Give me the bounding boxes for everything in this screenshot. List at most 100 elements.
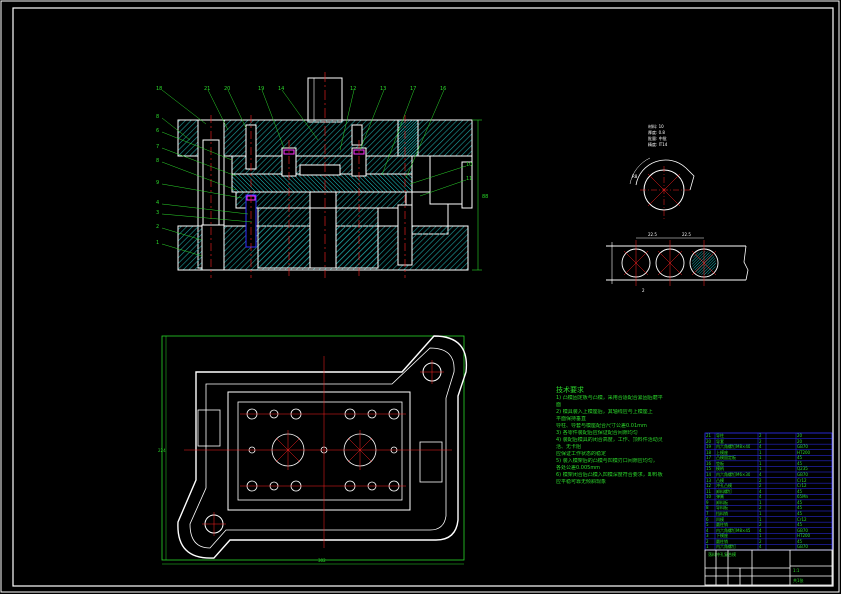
part-view: 材料: 10 厚度: 0.8 批量: 中批 精度: IT14 R8: [629, 123, 695, 220]
bom-row: 1 内六角螺钉 4 GB70: [705, 544, 832, 551]
requirement-line: 应保证工作状态的稳定: [556, 451, 607, 457]
bom-cell: 4: [759, 527, 762, 533]
bom-cell: 4: [759, 472, 762, 477]
bom-cell: 45: [797, 538, 803, 544]
bom-cell: 45: [797, 455, 803, 461]
bom-cell: 15: [706, 466, 712, 472]
bom-cell: 6: [706, 516, 709, 522]
bom-cell: 2: [759, 505, 762, 511]
requirement-line: 6) 模架闭合后凸模入凹模深度符合要求，卸料板: [556, 472, 663, 478]
part-angle-label: R8: [632, 174, 638, 179]
bom-cell: GB70: [797, 444, 808, 450]
bom-cell: 45: [797, 499, 803, 505]
requirement-line: 1) 凸模固定板与凸模，采用合适配合紧固后磨平: [556, 395, 663, 401]
bom-cell: HT200: [797, 533, 811, 539]
bom-cell: 2: [759, 483, 762, 489]
bom-cell: 9: [706, 499, 709, 505]
bom-cell: 20: [797, 433, 803, 438]
requirement-line: 平面保持垂直: [556, 416, 587, 422]
bom-cell: 45: [797, 511, 803, 516]
plan-view: 224 302: [158, 335, 468, 565]
bom-cell: 10: [706, 494, 712, 500]
bom-cell: 8: [706, 505, 709, 511]
strip-dim: 22.5: [682, 232, 691, 237]
callout-label: 8: [156, 158, 159, 164]
technical-requirements: 技术要求 1) 凸模固定板与凸模，采用合适配合紧固后磨平 面 2) 模具装入上模…: [556, 386, 701, 486]
bom-cell: Cr12: [797, 483, 807, 489]
strip-dim: 22.5: [648, 232, 657, 237]
callout-label: 19: [258, 86, 264, 92]
bom-cell: 45: [797, 460, 803, 466]
bom-cell: 13: [706, 477, 712, 483]
bom-cell: 1: [759, 460, 762, 466]
bom-cell: 1: [759, 499, 762, 505]
bom-cell: GB70: [797, 527, 808, 533]
bom-cell: 4: [759, 494, 762, 500]
plan-dimension-bottom: 302: [318, 558, 326, 563]
bom-cell: 7: [706, 511, 709, 516]
bom-cell: 17: [706, 455, 712, 461]
title-block-scale: 1:1: [793, 568, 800, 573]
bom-cell: 1: [759, 533, 762, 539]
bom-cell: 45: [797, 505, 803, 511]
bom-cell: 21: [706, 433, 712, 438]
bom-cell: 1: [759, 449, 762, 455]
bom-cell: 2: [759, 438, 762, 444]
callout-label: 17: [410, 86, 416, 92]
bom-cell: 4: [759, 444, 762, 450]
requirement-line: 4) 装配后模具的闭合高度，工作、顶料件活动灵: [556, 437, 663, 443]
bom-cell: GB70: [797, 544, 808, 550]
bom-cell: HT200: [797, 449, 811, 455]
callout-label: 16: [440, 86, 446, 92]
bom-cell: 内六角螺钉: [716, 544, 736, 550]
bom-cell: 3: [706, 533, 709, 539]
bom-cell: 1: [759, 466, 762, 472]
bom-cell: 65Mn: [797, 494, 809, 500]
callout-label: 3: [156, 210, 159, 216]
requirement-line: 导柱、导套与模座配合尺寸公差0.01mm: [556, 423, 647, 429]
bom-cell: 1: [706, 544, 709, 550]
bom-rows: 21 导柱 2 20 20 导套 2 20 19 内六角螺钉M8×40 4 GB70 18 上模座 1 HT2…: [705, 433, 832, 550]
bom-cell: 20: [706, 438, 712, 444]
strip-dim: 2: [642, 288, 645, 293]
section-view: 88: [177, 72, 488, 278]
requirement-line: 各处公差0.005mm: [556, 465, 601, 471]
requirement-line: 3) 各零件装配后应保证配合间隙均匀: [556, 430, 638, 436]
bom-cell: 12: [706, 483, 712, 489]
requirement-line: 应平稳可靠无倾斜现象: [556, 479, 607, 485]
requirement-line: 2) 模具装入上模座后，其轴线应与上模座上: [556, 409, 653, 415]
callouts-top: 18 21 20 19 14 12 13 17 16: [156, 86, 446, 92]
technical-requirements-title: 技术要求: [556, 386, 584, 394]
bom-cell: 2: [759, 538, 762, 544]
callout-label: 14: [278, 86, 284, 92]
bom-cell: 4: [759, 488, 762, 494]
callout-label: 4: [156, 200, 159, 206]
callout-label: 21: [204, 86, 210, 92]
bom-cell: 18: [706, 449, 712, 455]
callouts-left: 8 6 7 8 9 4 3 2 1: [156, 114, 159, 246]
callout-label: 18: [156, 86, 162, 92]
callout-label: 6: [156, 128, 159, 134]
callout-label: 7: [156, 144, 159, 150]
bom-cell: 45: [797, 488, 803, 494]
bom-cell: Cr12: [797, 516, 807, 522]
bom-cell: 20: [797, 438, 803, 444]
part-spec: 材料: 10: [648, 123, 664, 129]
requirement-line: 5) 装入模架后的凸模与凹模刃口间隙应均匀，: [556, 458, 658, 464]
strip-layout: 22.5 22.5 2: [606, 232, 749, 293]
bom-cell: 2: [759, 477, 762, 483]
bom-cell: Cr12: [797, 477, 807, 483]
callout-label: 12: [350, 86, 356, 92]
bom-cell: 14: [706, 472, 712, 477]
callout-label: 9: [156, 180, 159, 186]
bom-cell: 2: [706, 538, 709, 544]
bom-cell: 1: [759, 455, 762, 461]
bom-cell: 45: [797, 522, 803, 528]
title-block-name: 落料冲孔复合模: [708, 552, 736, 557]
bom-cell: GB70: [797, 472, 808, 477]
bom-cell: 2: [759, 522, 762, 528]
bom-cell: 4: [759, 544, 762, 550]
bom-cell: 2: [759, 433, 762, 438]
part-spec: 批量: 中批: [648, 135, 667, 141]
bom-cell: 11: [706, 488, 712, 494]
